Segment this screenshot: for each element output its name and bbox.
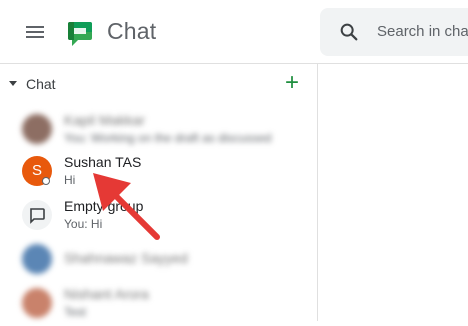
avatar bbox=[22, 244, 52, 274]
message-preview: You: Working on the draft as discussed bbox=[64, 131, 272, 145]
message-preview: Test bbox=[64, 305, 87, 319]
search-input[interactable]: Search in cha bbox=[377, 23, 468, 40]
presence-status-icon bbox=[42, 177, 50, 185]
hamburger-menu-icon[interactable] bbox=[24, 22, 46, 42]
contact-name: Nishant Arora bbox=[64, 286, 149, 302]
group-chat-icon bbox=[22, 200, 52, 230]
chat-section-header[interactable]: Chat + bbox=[0, 71, 318, 96]
avatar bbox=[22, 114, 52, 144]
section-label: Chat bbox=[26, 76, 56, 92]
contact-name: Kapil Makkar bbox=[64, 112, 145, 128]
plus-icon[interactable]: + bbox=[283, 71, 301, 95]
annotation-arrow-icon bbox=[93, 173, 160, 240]
app-header: Chat Search in cha bbox=[0, 0, 468, 64]
chat-list-item[interactable]: Kapil Makkar You: Working on the draft a… bbox=[0, 108, 318, 152]
message-preview: Hi bbox=[64, 173, 76, 187]
search-icon[interactable] bbox=[338, 21, 360, 43]
app-title: Chat bbox=[107, 18, 157, 44]
avatar bbox=[22, 288, 52, 318]
search-bar[interactable]: Search in cha bbox=[320, 8, 468, 56]
caret-down-icon[interactable] bbox=[9, 81, 17, 86]
contact-name: Shahnawaz Sayyed bbox=[64, 250, 188, 266]
chat-list-item[interactable]: Nishant Arora Test bbox=[0, 282, 318, 326]
google-chat-logo-icon[interactable] bbox=[66, 20, 94, 48]
